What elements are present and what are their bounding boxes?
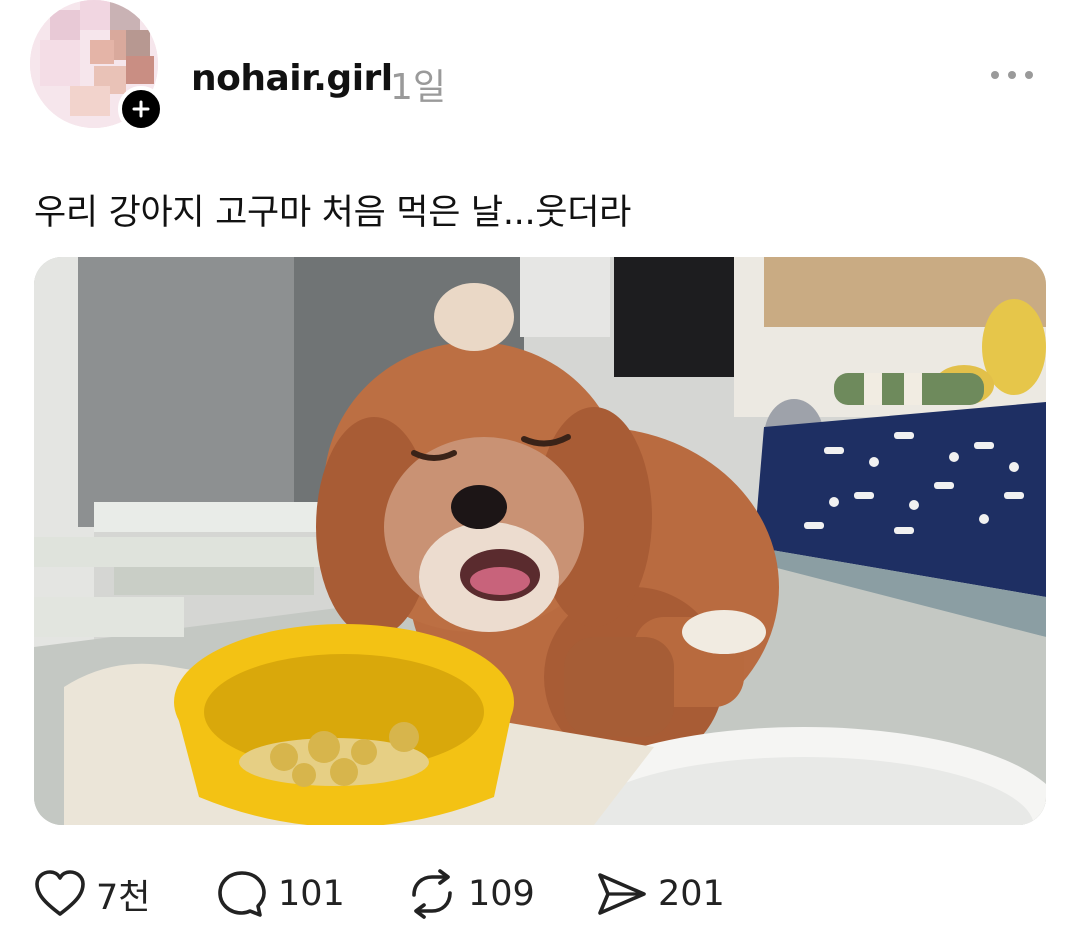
more-dots-icon xyxy=(991,71,1033,79)
username[interactable]: nohair.girl xyxy=(191,58,393,99)
share-count: 201 xyxy=(658,874,725,914)
more-options-button[interactable] xyxy=(988,60,1036,90)
like-button[interactable]: 7천 xyxy=(34,864,150,924)
plus-icon xyxy=(132,100,150,118)
like-count: 7천 xyxy=(96,877,151,918)
post-image[interactable] xyxy=(34,257,1046,825)
comment-count: 101 xyxy=(278,874,345,914)
follow-button[interactable] xyxy=(118,86,164,132)
comment-bubble-icon xyxy=(218,871,266,917)
repost-count: 109 xyxy=(468,874,535,914)
comment-button[interactable]: 101 xyxy=(216,864,345,924)
repost-button[interactable]: 109 xyxy=(406,864,535,924)
send-icon xyxy=(598,873,646,915)
dog-photo xyxy=(34,257,1046,825)
post-caption: 우리 강아지 고구마 처음 먹은 날...웃더라 xyxy=(34,193,632,233)
action-bar: 7천 101 109 201 xyxy=(34,864,794,924)
thread-post: nohair.girl 1일 우리 강아지 고구마 처음 먹은 날...웃더라 xyxy=(0,0,1080,948)
timestamp: 1일 xyxy=(390,67,447,108)
share-button[interactable]: 201 xyxy=(596,864,725,924)
repost-icon xyxy=(412,869,452,919)
heart-icon xyxy=(35,870,85,916)
avatar-container[interactable] xyxy=(30,0,166,140)
